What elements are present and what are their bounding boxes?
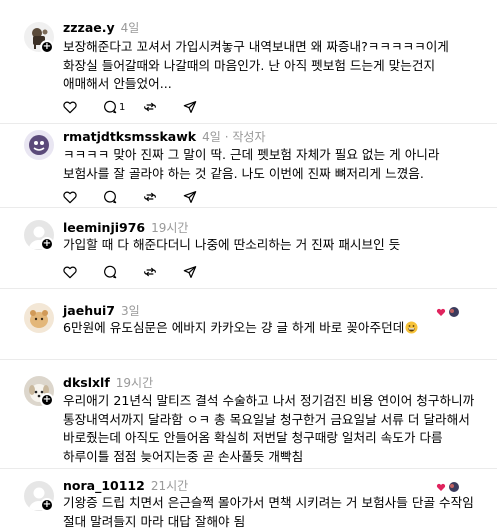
post-header: dkslxlf 19시간 [63, 374, 153, 391]
repost-icon [144, 102, 156, 112]
avatar[interactable] [24, 130, 54, 160]
heart-icon [63, 191, 77, 204]
post-text: 기왕증 드립 치면서 은근슬쩍 몰아가서 면책 시키려는 거 보험사들 단골 수… [63, 495, 474, 529]
reply-button[interactable] [102, 188, 142, 206]
post-zzzae-y: + zzzae.y 4일 보장해준다고 꼬셔서 가입시켜놓구 내역보내면 왜 짜증… [0, 0, 497, 125]
post-header: jaehui7 3일 [63, 302, 140, 319]
post-leeminji976: + leeminji976 19시간 가입할 때 다 해준다더니 나중에 딴소리하… [0, 208, 497, 288]
post-dkslxlf: + dkslxlf 19시간 우리애기 21년식 말티즈 결석 수술하고 나서 정… [0, 360, 497, 470]
username[interactable]: nora_10112 [63, 478, 145, 493]
share-button[interactable] [182, 98, 222, 116]
post-header: leeminji976 19시간 [63, 219, 188, 236]
action-bar [62, 263, 222, 281]
reply-button[interactable]: 1 [102, 98, 142, 116]
avatar[interactable] [24, 303, 54, 333]
author-badge: · 작성자 [224, 130, 266, 144]
username[interactable]: leeminji976 [63, 220, 145, 235]
share-button[interactable] [182, 263, 222, 281]
comment-icon [104, 100, 117, 114]
follow-plus-icon[interactable]: + [40, 498, 54, 512]
comment-icon [104, 265, 117, 279]
share-icon [183, 266, 197, 278]
username[interactable]: dkslxlf [63, 375, 110, 390]
repost-icon [144, 267, 156, 277]
share-icon [183, 101, 197, 113]
follow-plus-icon[interactable]: + [40, 40, 54, 54]
timestamp: 4일 [202, 130, 221, 144]
repost-button[interactable] [142, 263, 182, 281]
username[interactable]: zzzae.y [63, 20, 115, 35]
action-bar: 1 [62, 98, 222, 116]
username[interactable]: jaehui7 [63, 303, 115, 318]
timestamp: 19시간 [151, 221, 189, 235]
grinning-emoji-icon [405, 321, 418, 334]
like-button[interactable] [62, 188, 102, 206]
follow-plus-icon[interactable]: + [40, 237, 54, 251]
heart-icon [63, 266, 77, 279]
post-rmatjdtksmsskawk: rmatjdtksmsskawk 4일 · 작성자 ㅋㅋㅋㅋ 맞아 진짜 그 말이… [0, 124, 497, 207]
username[interactable]: rmatjdtksmsskawk [63, 129, 196, 144]
post-text: 보장해준다고 꼬셔서 가입시켜놓구 내역보내면 왜 짜증내?ㅋㅋㅋㅋㅋ이게 화장… [63, 39, 449, 91]
post-header: rmatjdtksmsskawk 4일 · 작성자 [63, 128, 266, 145]
post-jaehui7: jaehui7 3일 6만원에 유도심문은 에바지 카카오는 걍 글 하게 바로 … [0, 289, 497, 359]
repost-button[interactable] [142, 98, 182, 116]
timestamp: 19시간 [115, 376, 154, 390]
share-button[interactable] [182, 188, 222, 206]
timestamp: 4일 [120, 21, 140, 35]
post-text-content: 6만원에 유도심문은 에바지 카카오는 걍 글 하게 바로 꽂아주던데 [63, 320, 405, 335]
post-text: 우리애기 21년식 말티즈 결석 수술하고 나서 정기검진 비용 연이어 청구하… [63, 393, 475, 464]
post-text: 가입할 때 다 해준다더니 나중에 딴소리하는 거 진짜 패시브인 듯 [63, 237, 401, 252]
share-icon [183, 191, 197, 203]
like-button[interactable] [62, 263, 102, 281]
post-header: zzzae.y 4일 [63, 19, 139, 36]
follow-plus-icon[interactable]: + [40, 393, 54, 407]
comment-icon [104, 190, 117, 204]
action-bar [62, 188, 222, 206]
reply-count: 1 [119, 101, 126, 113]
timestamp: 3일 [120, 304, 140, 318]
timestamp: 21시간 [150, 479, 189, 493]
repost-icon [144, 192, 156, 202]
post-text: ㅋㅋㅋㅋ 맞아 진짜 그 말이 딱. 근데 펫보험 자체가 필요 없는 게 아니… [63, 147, 440, 181]
post-header: nora_10112 21시간 [63, 477, 188, 494]
repost-button[interactable] [142, 188, 182, 206]
reaction-avatars[interactable] [436, 303, 462, 317]
heart-icon [63, 101, 77, 114]
post-nora-10112: + nora_10112 21시간 기왕증 드립 치면서 은근슬쩍 몰아가서 면책… [0, 469, 497, 532]
reaction-avatars[interactable] [436, 478, 462, 492]
reply-button[interactable] [102, 263, 142, 281]
post-text: 6만원에 유도심문은 에바지 카카오는 걍 글 하게 바로 꽂아주던데 [63, 319, 483, 338]
like-button[interactable] [62, 98, 102, 116]
